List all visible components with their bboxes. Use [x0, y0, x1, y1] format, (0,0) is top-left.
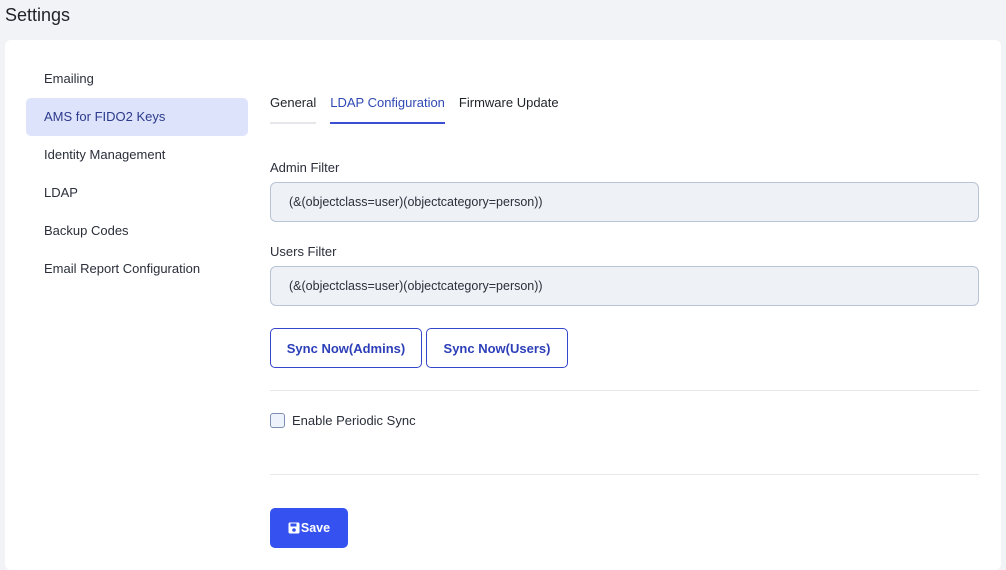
save-label: Save — [300, 521, 331, 535]
sidebar-item-emailing[interactable]: Emailing — [26, 60, 248, 98]
settings-sidebar: Emailing AMS for FIDO2 Keys Identity Man… — [26, 60, 248, 288]
periodic-sync-row: Enable Periodic Sync — [270, 413, 416, 428]
tab-ldap-configuration[interactable]: LDAP Configuration — [330, 90, 445, 124]
sync-now-admins-button[interactable]: Sync Now(Admins) — [270, 328, 422, 368]
divider — [270, 390, 979, 391]
save-button[interactable]: Save — [270, 508, 348, 548]
users-filter-label: Users Filter — [270, 244, 337, 259]
floppy-disk-icon — [288, 522, 300, 534]
sidebar-item-ams-fido2-keys[interactable]: AMS for FIDO2 Keys — [26, 98, 248, 136]
page-title: Settings — [5, 5, 71, 25]
sidebar-item-identity-management[interactable]: Identity Management — [26, 136, 248, 174]
periodic-sync-checkbox[interactable] — [270, 413, 285, 428]
sidebar-item-ldap[interactable]: LDAP — [26, 174, 248, 212]
admin-filter-field[interactable]: (&(objectclass=user)(objectcategory=pers… — [270, 182, 979, 222]
sync-now-users-button[interactable]: Sync Now(Users) — [426, 328, 568, 368]
settings-tabs: General LDAP Configuration Firmware Upda… — [270, 90, 573, 124]
settings-card: Emailing AMS for FIDO2 Keys Identity Man… — [5, 40, 1001, 570]
tab-general[interactable]: General — [270, 90, 317, 124]
tab-firmware-update[interactable]: Firmware Update — [459, 90, 559, 124]
periodic-sync-label: Enable Periodic Sync — [292, 413, 416, 428]
sidebar-item-backup-codes[interactable]: Backup Codes — [26, 212, 248, 250]
divider — [270, 474, 979, 475]
sidebar-item-email-report-configuration[interactable]: Email Report Configuration — [26, 250, 248, 288]
admin-filter-label: Admin Filter — [270, 160, 340, 175]
users-filter-field[interactable]: (&(objectclass=user)(objectcategory=pers… — [270, 266, 979, 306]
